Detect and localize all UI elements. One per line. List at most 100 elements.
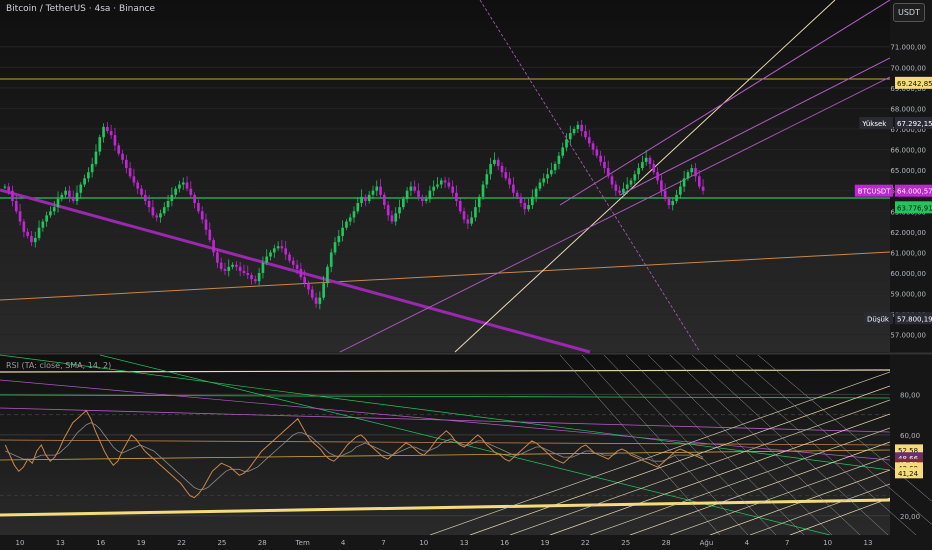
candle-body	[147, 200, 151, 208]
candle-body	[360, 196, 363, 204]
candle-body	[11, 190, 14, 201]
candle-body	[538, 182, 542, 189]
candle-body	[341, 227, 344, 236]
candle-body	[329, 252, 333, 267]
candle-body	[458, 200, 462, 212]
candle-body	[648, 157, 652, 164]
candle-body	[352, 211, 356, 218]
candle-body	[178, 184, 181, 189]
price-label-value: 69.242,85	[897, 80, 932, 88]
candle-body	[166, 200, 170, 208]
candle-body	[595, 149, 599, 156]
candle-body	[280, 246, 284, 249]
candle-body	[542, 178, 546, 183]
candle-body	[436, 184, 439, 187]
candle-body	[367, 194, 371, 201]
time-tick-label: 16	[500, 539, 509, 547]
candle-body	[527, 205, 530, 210]
candle-body	[439, 180, 443, 185]
candle-body	[193, 194, 196, 204]
time-tick-label: 10	[16, 539, 25, 547]
candle-body	[682, 178, 686, 187]
candle-body	[584, 131, 587, 138]
rsi-tick-label: 60,00	[900, 432, 920, 440]
candle-body	[223, 268, 227, 271]
candle-body	[603, 161, 606, 169]
candle-body	[641, 161, 644, 169]
candle-body	[618, 190, 621, 193]
candle-body	[155, 215, 159, 218]
time-tick-label: 7	[381, 539, 385, 547]
rsi-indicator-title[interactable]: RSI (TA: close, SMA, 14, 2)	[6, 361, 111, 370]
candle-body	[398, 207, 401, 214]
candle-body	[580, 124, 584, 132]
candle-body	[170, 194, 174, 201]
candle-body	[200, 211, 204, 220]
candle-body	[629, 180, 633, 185]
price-tick-label: 68.000,00	[890, 105, 926, 113]
time-tick-label: Ağu	[700, 539, 714, 547]
rsi-tick-label: 20,00	[900, 513, 920, 521]
symbol-title[interactable]: Bitcoin / TetherUS · 4sa · Binance	[6, 4, 155, 14]
candle-body	[485, 174, 489, 185]
time-tick-label: 22	[177, 539, 186, 547]
candle-body	[87, 172, 90, 179]
candle-body	[633, 174, 637, 181]
candle-body	[622, 188, 625, 193]
chart-canvas[interactable]: 71.000,0070.000,0069.000,0068.000,0067.0…	[0, 0, 932, 550]
currency-button[interactable]: USDT	[893, 3, 925, 22]
candle-body	[576, 124, 580, 129]
candle-body	[90, 163, 94, 173]
candle-body	[238, 266, 242, 271]
candle-body	[314, 297, 318, 304]
candle-body	[117, 145, 121, 154]
candle-body	[383, 194, 386, 206]
candle-body	[371, 190, 375, 195]
candle-body	[587, 137, 591, 144]
candle-body	[318, 297, 322, 304]
candle-body	[675, 194, 678, 201]
candle-body	[386, 205, 390, 216]
time-tick-label: 19	[137, 539, 146, 547]
candle-body	[337, 235, 341, 243]
price-tick-label: 70.000,00	[890, 64, 926, 72]
candle-body	[212, 240, 215, 253]
candle-body	[265, 256, 269, 263]
candle-body	[572, 128, 576, 134]
candle-body	[701, 186, 705, 191]
candle-body	[208, 229, 212, 241]
time-tick-label: 13	[56, 539, 65, 547]
candle-body	[690, 168, 694, 173]
candle-body	[272, 248, 276, 253]
candle-body	[610, 176, 614, 185]
candle-body	[364, 196, 367, 201]
candle-body	[60, 194, 64, 199]
candle-body	[553, 163, 557, 171]
candle-body	[242, 270, 246, 273]
candle-body	[284, 248, 288, 255]
candle-body	[219, 262, 223, 269]
time-tick-label: 4	[745, 539, 750, 547]
candle-body	[132, 176, 136, 183]
candle-body	[466, 219, 470, 224]
candle-body	[356, 203, 360, 212]
candle-body	[409, 186, 413, 191]
candle-body	[68, 190, 71, 197]
candle-body	[310, 289, 314, 298]
candle-body	[424, 198, 428, 201]
candle-body	[181, 182, 185, 185]
candle-body	[546, 174, 549, 179]
candle-body	[523, 203, 527, 210]
candle-body	[41, 221, 45, 228]
candle-body	[106, 126, 109, 132]
candle-body	[14, 200, 18, 212]
candle-body	[686, 172, 690, 179]
candle-body	[246, 272, 250, 276]
candle-body	[496, 159, 500, 167]
candle-body	[614, 184, 618, 191]
time-tick-label: 22	[581, 539, 590, 547]
candle-body	[447, 182, 451, 187]
time-tick-label: 19	[540, 539, 549, 547]
price-label-value: 63.776,91	[897, 204, 932, 212]
price-tick-label: 59.000,00	[890, 291, 926, 299]
